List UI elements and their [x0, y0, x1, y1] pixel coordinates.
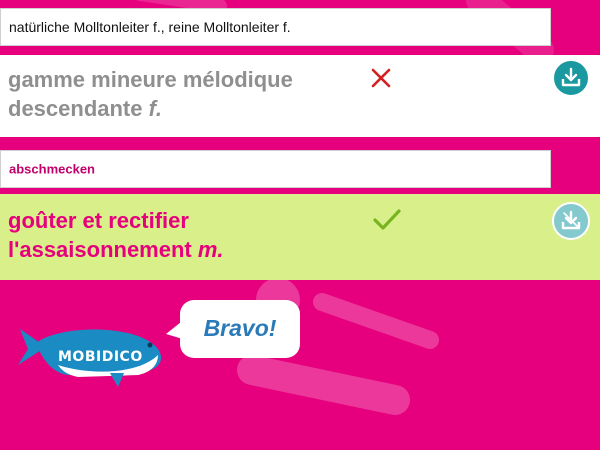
card-2-answer: goûter et rectifier l'assaisonnement m.: [0, 194, 600, 280]
card-2-answer-text: goûter et rectifier l'assaisonnement m.: [8, 208, 224, 262]
wrong-mark-icon: [371, 68, 391, 88]
card-2-prompt-text: abschmecken: [9, 161, 95, 177]
card-1-answer-text: gamme mineure mélodique descendante f.: [8, 67, 293, 121]
speech-bubble: Bravo!: [166, 300, 300, 358]
card-1-prompt: natürliche Molltonleiter f., reine Mollt…: [0, 8, 551, 46]
mascot-name: MOBIDICO: [58, 349, 143, 365]
card-2-save-button[interactable]: [552, 202, 590, 240]
card-2-gender: m.: [197, 237, 224, 262]
check-mark-icon: [373, 209, 401, 230]
download-icon: [561, 210, 581, 230]
download-icon: [561, 67, 581, 87]
card-1-save-button[interactable]: [552, 59, 590, 97]
card-1-prompt-text: natürliche Molltonleiter f., reine Mollt…: [9, 19, 291, 35]
card-2-prompt: abschmecken: [0, 150, 551, 188]
card-1-gender: f.: [148, 96, 163, 121]
card-1-answer: gamme mineure mélodique descendante f.: [0, 55, 600, 137]
speech-text: Bravo!: [203, 315, 277, 341]
